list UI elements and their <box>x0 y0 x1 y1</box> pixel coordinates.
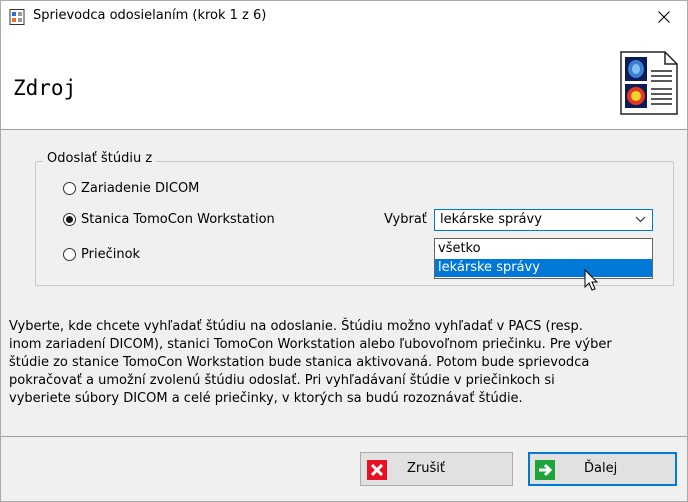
next-label: Ďalej <box>584 461 618 476</box>
radio-tomocon-workstation[interactable]: Stanica TomoCon Workstation <box>63 212 275 227</box>
dropdown-option-all[interactable]: všetko <box>435 240 652 258</box>
group-legend: Odoslať štúdiu z <box>43 151 157 166</box>
red-x-icon <box>367 460 387 480</box>
app-icon <box>9 9 25 25</box>
close-button[interactable] <box>641 1 687 32</box>
radio-folder[interactable]: Priečinok <box>63 247 140 262</box>
radio-label: Stanica TomoCon Workstation <box>81 212 275 227</box>
cancel-button[interactable]: Zrušiť <box>360 452 513 486</box>
dropdown-option-reports[interactable]: lekárske správy <box>435 259 652 277</box>
radio-circle-checked <box>63 213 76 226</box>
wizard-window: Sprievodca odosielaním (krok 1 z 6) Zdro… <box>0 0 688 502</box>
window-title: Sprievodca odosielaním (krok 1 z 6) <box>33 8 267 23</box>
select-label: Vybrať <box>384 212 427 227</box>
close-icon <box>658 10 670 23</box>
page-title: Zdroj <box>13 76 77 100</box>
chevron-down-icon <box>635 216 646 223</box>
radio-circle <box>63 248 76 261</box>
cancel-label: Zrušiť <box>407 461 445 476</box>
description-text: Vyberte, kde chcete vyhľadať štúdiu na o… <box>9 319 612 406</box>
report-document-icon <box>620 51 678 115</box>
radio-circle <box>63 182 76 195</box>
radio-label: Zariadenie DICOM <box>81 181 200 196</box>
filter-select[interactable]: lekárske správy <box>434 209 653 231</box>
footer-divider <box>1 436 687 437</box>
wizard-header: Zdroj <box>1 32 687 130</box>
title-bar: Sprievodca odosielaním (krok 1 z 6) <box>1 1 687 32</box>
green-arrow-icon <box>535 460 555 480</box>
mouse-pointer-icon <box>584 269 599 291</box>
select-value: lekárske správy <box>440 212 542 227</box>
radio-dicom-device[interactable]: Zariadenie DICOM <box>63 181 199 196</box>
next-button[interactable]: Ďalej <box>528 452 677 486</box>
select-dropdown-list: všetko lekárske správy <box>434 238 653 279</box>
radio-label: Priečinok <box>81 247 141 262</box>
